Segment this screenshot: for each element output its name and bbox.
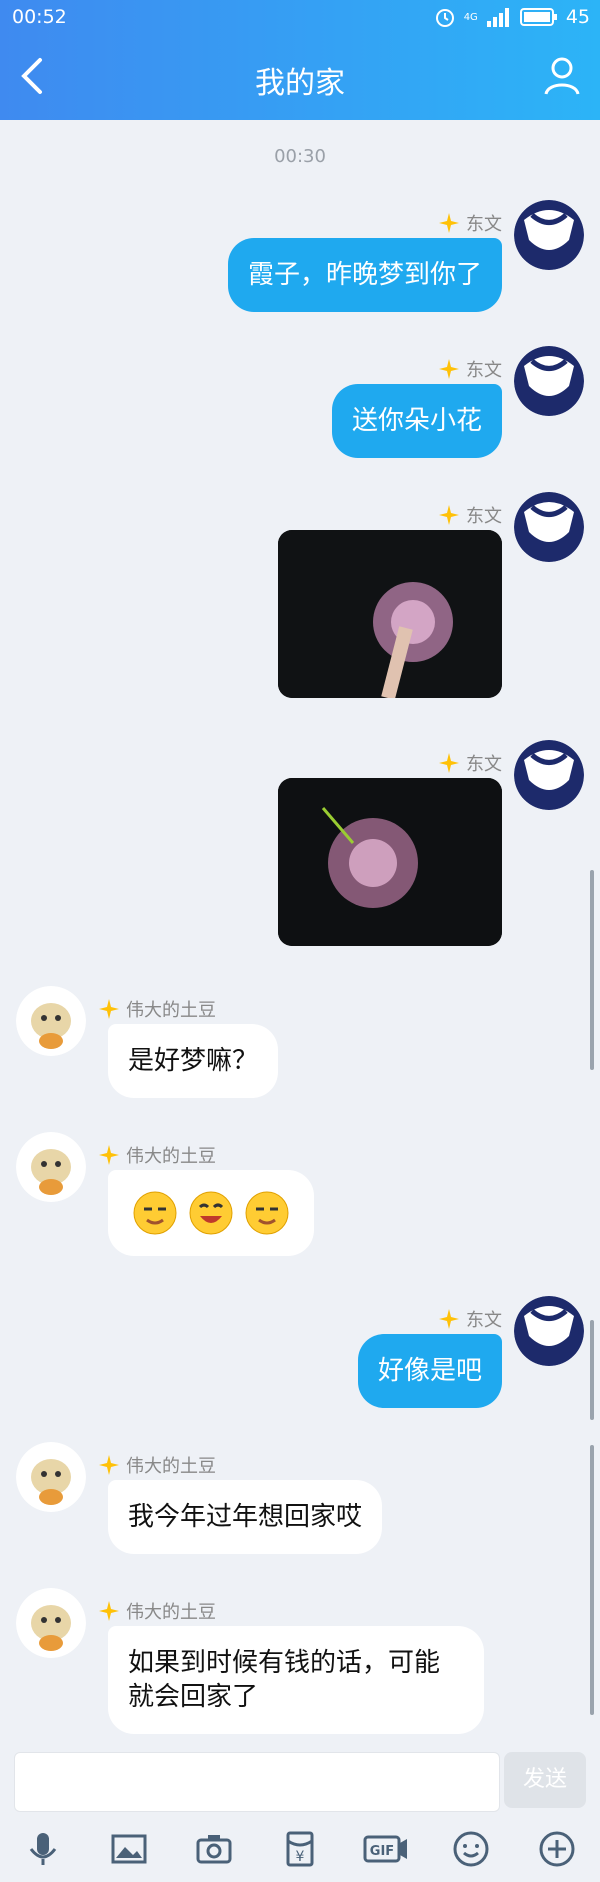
image-icon — [111, 1834, 147, 1864]
person-icon — [544, 57, 580, 95]
image-button[interactable] — [105, 1825, 153, 1873]
svg-text:¥: ¥ — [295, 1849, 304, 1865]
star-badge-icon — [439, 359, 459, 379]
scrollbar[interactable] — [590, 1320, 594, 1420]
avatar-image-icon — [16, 1132, 86, 1202]
sender-name: 东文 — [438, 750, 502, 776]
star-badge-icon — [439, 505, 459, 525]
avatar-dongwen[interactable] — [514, 1296, 584, 1366]
sender-name: 伟大的土豆 — [98, 1142, 216, 1168]
sender-name: 伟大的土豆 — [98, 996, 216, 1022]
emoji-bubble[interactable] — [108, 1170, 314, 1256]
photo-message[interactable] — [278, 530, 502, 698]
message-bubble[interactable]: 霞子，昨晚梦到你了 — [227, 238, 502, 312]
group-members-button[interactable] — [542, 54, 586, 98]
composer-bar: 发送 — [0, 1738, 600, 1814]
scrollbar[interactable] — [590, 870, 594, 1070]
avatar-image-icon — [16, 986, 86, 1056]
avatar-potato[interactable] — [16, 1588, 86, 1658]
plus-icon — [539, 1831, 575, 1867]
sender-name: 东文 — [438, 210, 502, 236]
sender-name: 东文 — [438, 502, 502, 528]
photo-message[interactable] — [278, 778, 502, 946]
send-button[interactable]: 发送 — [504, 1752, 586, 1808]
avatar-image-icon — [514, 200, 584, 270]
avatar-image-icon — [16, 1588, 86, 1658]
microphone-icon — [29, 1833, 57, 1865]
sender-name: 伟大的土豆 — [98, 1598, 216, 1624]
emoji-button[interactable] — [447, 1825, 495, 1873]
emoji-icon — [453, 1831, 489, 1867]
star-badge-icon — [99, 1601, 119, 1621]
input-toolbar: ¥ GIF — [0, 1816, 600, 1882]
signal-icon — [486, 8, 509, 27]
sender-name: 东文 — [438, 356, 502, 382]
smirk-emoji-icon — [245, 1191, 289, 1235]
battery-level: 45 — [565, 6, 590, 28]
message-bubble[interactable]: 好像是吧 — [357, 1334, 502, 1408]
message-bubble[interactable]: 是好梦嘛？ — [108, 1024, 279, 1098]
message-bubble[interactable]: 我今年过年想回家哎 — [108, 1480, 383, 1554]
avatar-potato[interactable] — [16, 1442, 86, 1512]
flower-photo-icon — [278, 778, 502, 946]
network-label: 4G — [463, 11, 478, 23]
avatar-potato[interactable] — [16, 1132, 86, 1202]
voice-button[interactable] — [19, 1825, 67, 1873]
message-bubble[interactable]: 如果到时候有钱的话，可能 就会回家了 — [108, 1626, 484, 1734]
avatar-image-icon — [514, 1296, 584, 1366]
alarm-icon — [435, 9, 454, 27]
avatar-potato[interactable] — [16, 986, 86, 1056]
smirk-emoji-icon — [133, 1191, 177, 1235]
camera-button[interactable] — [190, 1825, 238, 1873]
grin-emoji-icon — [189, 1191, 233, 1235]
flower-photo-icon — [278, 530, 502, 698]
gif-icon: GIF — [363, 1835, 407, 1863]
svg-text:GIF: GIF — [369, 1844, 393, 1859]
chat-timestamp: 00:30 — [274, 146, 326, 167]
star-badge-icon — [439, 1309, 459, 1329]
avatar-dongwen[interactable] — [514, 492, 584, 562]
red-packet-button[interactable]: ¥ — [276, 1825, 324, 1873]
star-badge-icon — [99, 999, 119, 1019]
avatar-image-icon — [16, 1442, 86, 1512]
avatar-dongwen[interactable] — [514, 740, 584, 810]
red-packet-icon: ¥ — [286, 1831, 314, 1867]
status-right: 4G 45 — [434, 6, 590, 28]
avatar-image-icon — [514, 492, 584, 562]
star-badge-icon — [439, 213, 459, 233]
star-badge-icon — [99, 1455, 119, 1475]
camera-icon — [196, 1835, 232, 1864]
avatar-image-icon — [514, 346, 584, 416]
status-time: 00:52 — [12, 6, 67, 28]
message-input[interactable] — [14, 1752, 500, 1812]
avatar-dongwen[interactable] — [514, 346, 584, 416]
sender-name: 伟大的土豆 — [98, 1452, 216, 1478]
status-bar: 00:52 4G 45 — [0, 0, 600, 36]
star-badge-icon — [439, 753, 459, 773]
sender-name: 东文 — [438, 1306, 502, 1332]
avatar-dongwen[interactable] — [514, 200, 584, 270]
message-bubble[interactable]: 送你朵小花 — [331, 384, 502, 458]
star-badge-icon — [99, 1145, 119, 1165]
gif-button[interactable]: GIF — [362, 1825, 410, 1873]
more-button[interactable] — [533, 1825, 581, 1873]
battery-icon — [519, 8, 557, 26]
avatar-image-icon — [514, 740, 584, 810]
header-bar: 00:52 4G 45 我的家 — [0, 0, 600, 120]
page-title: 我的家 — [255, 66, 345, 101]
scrollbar[interactable] — [590, 1445, 594, 1715]
